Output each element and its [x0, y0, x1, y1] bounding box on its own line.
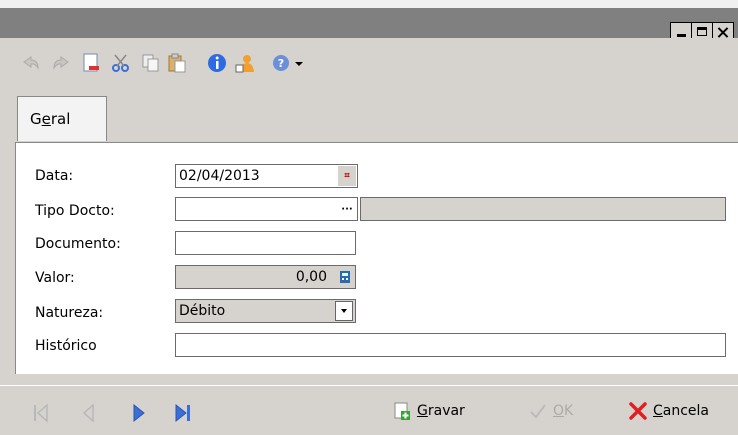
documento-label: Documento: — [35, 236, 121, 252]
copy-icon[interactable] — [140, 52, 162, 74]
save-document-icon — [394, 402, 410, 420]
calendar-icon[interactable]: ⌗ — [338, 166, 356, 186]
chevron-down-icon[interactable] — [292, 52, 306, 74]
natureza-label: Natureza: — [35, 305, 104, 321]
help-icon[interactable]: ? — [270, 52, 292, 74]
gravar-button[interactable]: Gravar — [392, 398, 465, 424]
undo-icon[interactable] — [20, 52, 42, 74]
historico-field[interactable] — [175, 333, 726, 357]
new-document-icon[interactable] — [80, 52, 102, 74]
cancel-x-icon — [629, 402, 647, 420]
tipo-docto-field[interactable]: ··· — [175, 197, 358, 221]
historico-label: Histórico — [35, 338, 97, 354]
documento-field[interactable] — [175, 231, 356, 255]
chevron-down-icon[interactable] — [335, 301, 353, 321]
tab-geral[interactable]: Geral — [17, 96, 107, 141]
browse-button[interactable]: ··· — [338, 199, 356, 219]
previous-record-icon[interactable] — [78, 402, 100, 424]
tipo-docto-description — [360, 197, 726, 221]
info-icon[interactable] — [206, 52, 228, 74]
data-field[interactable]: 02/04/2013 ⌗ — [175, 164, 358, 188]
user-properties-icon[interactable] — [234, 52, 256, 74]
last-record-icon[interactable] — [172, 402, 194, 424]
first-record-icon[interactable] — [30, 402, 52, 424]
toolbar: ? — [0, 38, 738, 90]
cut-icon[interactable] — [110, 52, 132, 74]
ok-button[interactable]: OK — [528, 398, 573, 424]
valor-label: Valor: — [35, 270, 75, 286]
title-bar[interactable] — [0, 0, 738, 42]
redo-icon[interactable] — [50, 52, 72, 74]
calculator-icon[interactable] — [336, 267, 354, 287]
cancela-button[interactable]: Cancela — [628, 398, 709, 424]
dialog-window: ? Geral Data: 02/04/2013 ⌗ Tipo Docto: ·… — [0, 0, 738, 435]
svg-text:?: ? — [278, 57, 284, 70]
data-label: Data: — [35, 168, 74, 184]
check-icon — [530, 404, 546, 419]
paste-icon[interactable] — [166, 52, 188, 74]
next-record-icon[interactable] — [128, 402, 150, 424]
natureza-select[interactable]: Débito — [175, 299, 356, 323]
bottom-bar: Gravar OK Cancela — [0, 385, 738, 435]
tab-strip: Geral — [10, 96, 738, 142]
tipo-docto-label: Tipo Docto: — [35, 203, 115, 219]
valor-field[interactable]: 0,00 — [175, 265, 356, 289]
